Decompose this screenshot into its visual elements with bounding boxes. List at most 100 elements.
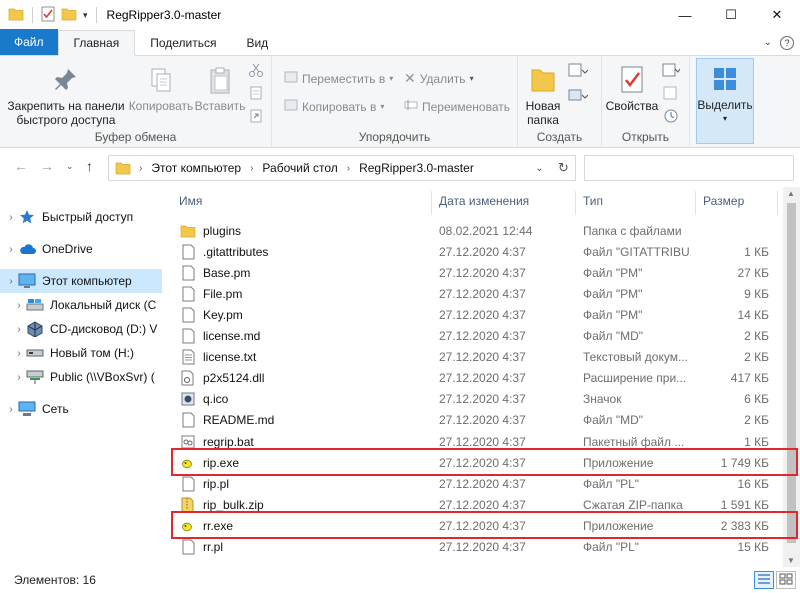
tab-view[interactable]: Вид bbox=[231, 30, 283, 55]
expand-chevron-icon[interactable]: › bbox=[12, 324, 26, 335]
recent-locations-icon[interactable]: ⌄ bbox=[66, 161, 74, 172]
breadcrumb-separator[interactable]: › bbox=[347, 163, 350, 174]
column-header-type[interactable]: Тип bbox=[583, 187, 603, 215]
file-row[interactable]: plugins 08.02.2021 12:44 Папка с файлами bbox=[175, 220, 773, 241]
nav-item-cloud[interactable]: › OneDrive bbox=[0, 237, 162, 261]
vertical-scrollbar[interactable]: ▲ ▼ bbox=[783, 187, 800, 567]
delete-button[interactable]: ✕ Удалить ▾ bbox=[404, 70, 474, 87]
file-row[interactable]: rip.pl 27.12.2020 4:37 Файл "PL" 16 КБ bbox=[175, 473, 773, 494]
forward-arrow-icon[interactable]: → bbox=[40, 158, 54, 174]
file-row[interactable]: File.pm 27.12.2020 4:37 Файл "PM" 9 КБ bbox=[175, 283, 773, 304]
breadcrumb-current[interactable]: RegRipper3.0-master bbox=[359, 161, 474, 175]
details-view-button[interactable] bbox=[754, 571, 774, 589]
new-folder-button[interactable]: Новая папка bbox=[522, 64, 564, 127]
column-header-size[interactable]: Размер bbox=[703, 187, 744, 215]
new-item-icon[interactable] bbox=[568, 62, 589, 81]
open-icon[interactable] bbox=[662, 62, 681, 81]
column-divider[interactable] bbox=[695, 191, 696, 215]
window-title: RegRipper3.0-master bbox=[106, 8, 222, 22]
breadcrumb-desktop[interactable]: Рабочий стол bbox=[262, 161, 337, 175]
expand-chevron-icon[interactable]: › bbox=[12, 300, 26, 311]
chevron-down-icon[interactable]: ⌄ bbox=[764, 37, 772, 48]
nav-item-local-disk[interactable]: › Локальный диск (C bbox=[0, 293, 162, 317]
file-row[interactable]: Base.pm 27.12.2020 4:37 Файл "PM" 27 КБ bbox=[175, 262, 773, 283]
address-dropdown-icon[interactable]: ⌄ bbox=[527, 156, 551, 180]
nav-item-network-drive[interactable]: › Public (\\VBoxSvr) ( bbox=[0, 365, 162, 389]
search-input[interactable] bbox=[585, 156, 793, 180]
search-box[interactable] bbox=[584, 155, 794, 181]
address-bar[interactable]: › Этот компьютер › Рабочий стол › RegRip… bbox=[108, 155, 576, 181]
column-header-date[interactable]: Дата изменения bbox=[439, 187, 529, 215]
easy-access-icon[interactable] bbox=[568, 87, 589, 106]
copy-path-icon[interactable] bbox=[248, 85, 264, 104]
chevron-down-icon: ▾ bbox=[389, 74, 394, 83]
file-row[interactable]: p2x5124.dll 27.12.2020 4:37 Расширение при… bbox=[175, 368, 773, 389]
expand-chevron-icon[interactable]: › bbox=[4, 276, 18, 287]
back-arrow-icon[interactable]: ← bbox=[14, 158, 28, 174]
breadcrumb-this-pc[interactable]: Этот компьютер bbox=[151, 161, 241, 175]
column-header-name[interactable]: Имя bbox=[179, 187, 202, 215]
breadcrumb-separator[interactable]: › bbox=[250, 163, 253, 174]
file-name: File.pm bbox=[203, 286, 243, 301]
column-divider[interactable] bbox=[431, 191, 432, 215]
breadcrumb-separator[interactable]: › bbox=[139, 163, 142, 174]
file-row[interactable]: .gitattributes 27.12.2020 4:37 Файл "GITAT… bbox=[175, 241, 773, 262]
ribbon: Закрепить на панели быстрого доступа Коп… bbox=[0, 56, 800, 148]
local-disk-icon bbox=[26, 297, 44, 313]
properties-quick-icon[interactable] bbox=[41, 6, 55, 25]
file-size: 9 КБ bbox=[744, 286, 769, 301]
tab-share[interactable]: Поделиться bbox=[135, 30, 231, 55]
refresh-icon[interactable]: ↻ bbox=[551, 156, 575, 180]
file-name-cell: Base.pm bbox=[180, 262, 430, 283]
up-arrow-icon[interactable]: ↑ bbox=[86, 158, 93, 174]
pin-quick-access-button[interactable]: Закрепить на панели быстрого доступа bbox=[6, 66, 126, 127]
large-icons-view-button[interactable] bbox=[776, 571, 796, 589]
new-folder-quick-icon[interactable] bbox=[61, 7, 77, 24]
file-type: Файл "PL" bbox=[583, 476, 640, 491]
maximize-button[interactable]: ☐ bbox=[708, 0, 754, 30]
properties-button[interactable]: Свойства bbox=[604, 64, 660, 113]
minimize-button[interactable]: — bbox=[662, 0, 708, 30]
column-divider[interactable] bbox=[777, 191, 778, 215]
nav-item-drive[interactable]: › Новый том (H:) bbox=[0, 341, 162, 365]
file-row[interactable]: q.ico 27.12.2020 4:37 Значок 6 КБ bbox=[175, 389, 773, 410]
edit-icon[interactable] bbox=[662, 85, 680, 104]
rename-button[interactable]: Переименовать bbox=[404, 98, 510, 115]
select-button[interactable]: Выделить ▾ bbox=[696, 58, 754, 144]
tab-file[interactable]: Файл bbox=[0, 29, 58, 55]
expand-chevron-icon[interactable]: › bbox=[4, 404, 18, 415]
nav-item-computer[interactable]: › Этот компьютер bbox=[0, 269, 162, 293]
expand-chevron-icon[interactable]: › bbox=[12, 348, 26, 359]
file-row[interactable]: license.md 27.12.2020 4:37 Файл "MD" 2 КБ bbox=[175, 326, 773, 347]
scroll-down-icon[interactable]: ▼ bbox=[787, 556, 795, 565]
tab-home[interactable]: Главная bbox=[57, 30, 136, 56]
close-button[interactable]: ✕ bbox=[754, 0, 800, 30]
history-icon[interactable] bbox=[662, 108, 680, 127]
file-row[interactable]: README.md 27.12.2020 4:37 Файл "MD" 2 КБ bbox=[175, 410, 773, 431]
file-name: rip_bulk.zip bbox=[203, 497, 264, 512]
nav-item-star[interactable]: › Быстрый доступ bbox=[0, 205, 162, 229]
expand-chevron-icon[interactable]: › bbox=[12, 372, 26, 383]
file-row[interactable]: license.txt 27.12.2020 4:37 Текстовый доку… bbox=[175, 347, 773, 368]
customize-quick-access-icon[interactable]: ▾ bbox=[83, 10, 88, 21]
expand-chevron-icon[interactable]: › bbox=[4, 212, 18, 223]
paste-shortcut-icon[interactable] bbox=[248, 108, 264, 127]
file-row[interactable]: Key.pm 27.12.2020 4:37 Файл "PM" 14 КБ bbox=[175, 304, 773, 325]
file-row[interactable]: rr.pl 27.12.2020 4:37 Файл "PL" 15 КБ bbox=[175, 537, 773, 558]
paste-button[interactable]: Вставить bbox=[194, 66, 246, 113]
help-icon[interactable]: ? bbox=[780, 35, 794, 50]
group-select: Выделить ▾ bbox=[690, 56, 760, 148]
file-size: 417 КБ bbox=[730, 371, 769, 386]
expand-chevron-icon[interactable]: › bbox=[4, 244, 18, 255]
scroll-up-icon[interactable]: ▲ bbox=[787, 189, 795, 198]
cut-icon[interactable] bbox=[248, 62, 264, 81]
nav-item-network[interactable]: › Сеть bbox=[0, 397, 162, 421]
nav-item-cd-drive[interactable]: › CD-дисковод (D:) V bbox=[0, 317, 162, 341]
move-to-button[interactable]: Переместить в ▾ bbox=[284, 70, 393, 87]
copy-to-button[interactable]: Копировать в ▾ bbox=[284, 98, 384, 115]
file-date: 27.12.2020 4:37 bbox=[439, 392, 526, 407]
copy-button[interactable]: Копировать bbox=[126, 66, 196, 113]
column-divider[interactable] bbox=[575, 191, 576, 215]
scrollbar-thumb[interactable] bbox=[787, 203, 796, 543]
group-create: Новая папка Создать bbox=[518, 56, 602, 148]
